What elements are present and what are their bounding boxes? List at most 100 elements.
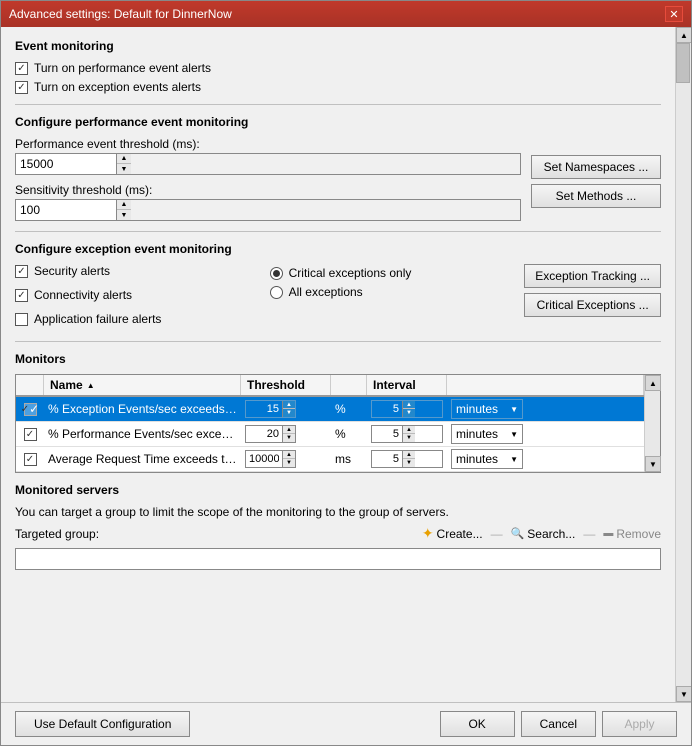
row1-unit: % bbox=[331, 400, 367, 418]
row3-interval-unit-select[interactable]: minutes ▼ bbox=[451, 449, 523, 469]
row2-threshold-spinner[interactable]: ▲ ▼ bbox=[245, 425, 296, 443]
table-row[interactable]: ✓ % Exception Events/sec exceeds ... ▲ ▼ bbox=[16, 397, 644, 422]
checkbox-appfailure[interactable] bbox=[15, 313, 28, 326]
set-namespaces-button[interactable]: Set Namespaces ... bbox=[531, 155, 661, 179]
row2-checkbox[interactable] bbox=[24, 428, 37, 441]
main-scrollbar[interactable]: ▲ ▼ bbox=[675, 27, 691, 702]
row1-interval-unit-cell: minutes ▼ bbox=[447, 397, 644, 421]
use-default-button[interactable]: Use Default Configuration bbox=[15, 711, 190, 737]
radio-all[interactable] bbox=[270, 286, 283, 299]
row3-interval-up[interactable]: ▲ bbox=[403, 451, 415, 459]
row2-threshold-up[interactable]: ▲ bbox=[283, 426, 295, 434]
cancel-button[interactable]: Cancel bbox=[521, 711, 596, 737]
targeted-group-input[interactable] bbox=[15, 548, 661, 570]
sensitivity-down[interactable]: ▼ bbox=[117, 210, 131, 220]
sensitivity-input[interactable] bbox=[16, 200, 116, 220]
search-label[interactable]: Search... bbox=[527, 527, 575, 541]
row3-threshold-cell: ▲ ▼ bbox=[241, 448, 331, 470]
scroll-thumb[interactable] bbox=[676, 43, 690, 83]
row1-threshold-input[interactable] bbox=[246, 401, 282, 417]
checkbox-exception-alerts-row: Turn on exception events alerts bbox=[15, 80, 661, 94]
row2-threshold-input[interactable] bbox=[246, 426, 282, 442]
create-label[interactable]: Create... bbox=[437, 527, 483, 541]
create-button[interactable]: ✦ Create... bbox=[422, 525, 483, 542]
threshold-down[interactable]: ▼ bbox=[117, 164, 131, 174]
row1-interval-up[interactable]: ▲ bbox=[403, 401, 415, 409]
checkbox-connectivity-label: Connectivity alerts bbox=[34, 288, 132, 302]
monitors-table-scrollbar[interactable]: ▲ ▼ bbox=[644, 375, 660, 472]
row1-interval-cell: ▲ ▼ bbox=[367, 398, 447, 420]
checkbox-exception-alerts-label: Turn on exception events alerts bbox=[34, 80, 201, 94]
close-button[interactable]: ✕ bbox=[665, 6, 683, 22]
row2-interval-unit-value: minutes bbox=[456, 427, 498, 441]
table-row[interactable]: Average Request Time exceeds th... ▲ ▼ m… bbox=[16, 447, 644, 472]
exception-monitoring-title: Configure exception event monitoring bbox=[15, 242, 661, 256]
row1-check[interactable]: ✓ bbox=[16, 403, 44, 416]
row2-interval-down[interactable]: ▼ bbox=[403, 434, 415, 442]
row3-interval-cell: ▲ ▼ bbox=[367, 448, 447, 470]
table-scroll-up[interactable]: ▲ bbox=[645, 375, 661, 391]
row2-interval-unit-select[interactable]: minutes ▼ bbox=[451, 424, 523, 444]
scroll-down-btn[interactable]: ▼ bbox=[676, 686, 691, 702]
threshold-input[interactable] bbox=[16, 154, 116, 174]
apply-button[interactable]: Apply bbox=[602, 711, 677, 737]
sensitivity-up[interactable]: ▲ bbox=[117, 200, 131, 210]
threshold-spinner[interactable]: ▲ ▼ bbox=[15, 153, 521, 175]
checkbox-exception-alerts[interactable] bbox=[15, 81, 28, 94]
action-sep-2: — bbox=[583, 527, 595, 541]
sensitivity-spinner[interactable]: ▲ ▼ bbox=[15, 199, 521, 221]
row3-check[interactable] bbox=[16, 453, 44, 466]
divider-3 bbox=[15, 341, 661, 342]
row2-check[interactable] bbox=[16, 428, 44, 441]
row1-threshold-spinner[interactable]: ▲ ▼ bbox=[245, 400, 296, 418]
row3-interval-spinner[interactable]: ▲ ▼ bbox=[371, 450, 443, 468]
row3-name: Average Request Time exceeds th... bbox=[44, 450, 241, 468]
threshold-label: Performance event threshold (ms): bbox=[15, 137, 521, 151]
monitored-servers-description: You can target a group to limit the scop… bbox=[15, 505, 661, 519]
checkbox-perf-alerts-label: Turn on performance event alerts bbox=[34, 61, 211, 75]
checkbox-security[interactable] bbox=[15, 265, 28, 278]
row3-interval-input[interactable] bbox=[372, 451, 402, 467]
row3-threshold-spinner[interactable]: ▲ ▼ bbox=[245, 450, 296, 468]
ok-button[interactable]: OK bbox=[440, 711, 515, 737]
row3-threshold-input[interactable] bbox=[246, 451, 282, 467]
checkbox-connectivity[interactable] bbox=[15, 289, 28, 302]
row3-threshold-down[interactable]: ▼ bbox=[283, 459, 295, 467]
critical-exceptions-button[interactable]: Critical Exceptions ... bbox=[524, 293, 661, 317]
row1-threshold-up[interactable]: ▲ bbox=[283, 401, 295, 409]
set-methods-button[interactable]: Set Methods ... bbox=[531, 184, 661, 208]
row3-threshold-up[interactable]: ▲ bbox=[283, 451, 295, 459]
row1-threshold-down[interactable]: ▼ bbox=[283, 409, 295, 417]
row2-interval-up[interactable]: ▲ bbox=[403, 426, 415, 434]
targeted-group-label: Targeted group: bbox=[15, 527, 99, 541]
checkbox-perf-alerts-row: Turn on performance event alerts bbox=[15, 61, 661, 75]
row1-interval-down[interactable]: ▼ bbox=[403, 409, 415, 417]
checkbox-appfailure-row: Application failure alerts bbox=[15, 312, 254, 326]
row2-interval-spinner[interactable]: ▲ ▼ bbox=[371, 425, 443, 443]
search-button[interactable]: 🔍 Search... bbox=[511, 527, 576, 541]
row1-interval-input[interactable] bbox=[372, 401, 402, 417]
exception-tracking-button[interactable]: Exception Tracking ... bbox=[524, 264, 661, 288]
col-header-name[interactable]: Name ▲ bbox=[44, 375, 241, 395]
row1-interval-spinner[interactable]: ▲ ▼ bbox=[371, 400, 443, 418]
row3-interval-down[interactable]: ▼ bbox=[403, 459, 415, 467]
row3-interval-unit-value: minutes bbox=[456, 452, 498, 466]
col-name-label: Name bbox=[50, 378, 83, 392]
row2-threshold-down[interactable]: ▼ bbox=[283, 434, 295, 442]
remove-label[interactable]: Remove bbox=[616, 527, 661, 541]
radio-critical[interactable] bbox=[270, 267, 283, 280]
row2-interval-cell: ▲ ▼ bbox=[367, 423, 447, 445]
checkbox-perf-alerts[interactable] bbox=[15, 62, 28, 75]
threshold-up[interactable]: ▲ bbox=[117, 154, 131, 164]
row2-interval-input[interactable] bbox=[372, 426, 402, 442]
remove-button[interactable]: ▬ Remove bbox=[603, 527, 661, 541]
row1-interval-unit-select[interactable]: minutes ▼ bbox=[451, 399, 523, 419]
footer-right-buttons: OK Cancel Apply bbox=[440, 711, 677, 737]
scroll-track[interactable] bbox=[676, 43, 691, 686]
scroll-up-btn[interactable]: ▲ bbox=[676, 27, 691, 43]
table-row[interactable]: % Performance Events/sec excee... ▲ ▼ % bbox=[16, 422, 644, 447]
row3-checkbox[interactable] bbox=[24, 453, 37, 466]
main-window: Advanced settings: Default for DinnerNow… bbox=[0, 0, 692, 746]
row1-checkbox[interactable]: ✓ bbox=[24, 403, 37, 416]
table-scroll-down[interactable]: ▼ bbox=[645, 456, 661, 472]
